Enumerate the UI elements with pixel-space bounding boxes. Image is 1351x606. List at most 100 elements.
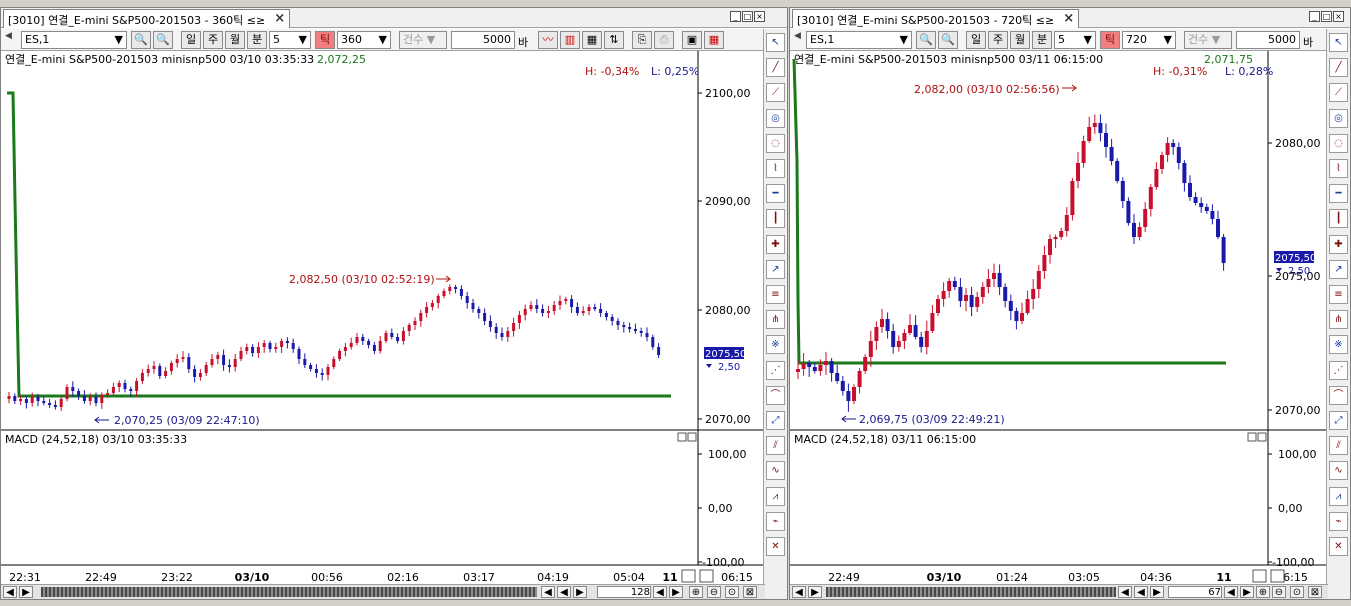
month-button[interactable]: 월: [225, 31, 245, 49]
candle[interactable]: [1126, 201, 1131, 223]
candle[interactable]: [349, 343, 353, 347]
candle[interactable]: [575, 307, 579, 313]
candle[interactable]: [419, 313, 423, 321]
maximize-button[interactable]: □: [1321, 11, 1332, 22]
candle[interactable]: [1216, 219, 1220, 237]
tick-select[interactable]: 720 ▼: [1122, 31, 1176, 49]
vline-icon[interactable]: ┃: [766, 209, 785, 229]
candle[interactable]: [919, 337, 924, 347]
channel-icon[interactable]: ≡: [766, 285, 785, 304]
arrow-icon[interactable]: ↗: [1329, 259, 1348, 279]
grid-icon[interactable]: ▦: [704, 31, 724, 49]
candle[interactable]: [868, 341, 873, 357]
candle[interactable]: [880, 319, 884, 327]
candle[interactable]: [1025, 299, 1030, 313]
candle[interactable]: [152, 366, 156, 369]
speed-icon[interactable]: ⤢: [1329, 411, 1348, 430]
search-icon[interactable]: 🔍: [916, 31, 936, 49]
candle[interactable]: [1064, 215, 1069, 231]
macd-close-icon[interactable]: [687, 432, 697, 442]
day-button[interactable]: 일: [181, 31, 201, 49]
candle[interactable]: [622, 325, 626, 327]
candle[interactable]: [48, 403, 52, 405]
cycle-icon[interactable]: ◌: [766, 133, 785, 153]
candle[interactable]: [1221, 237, 1226, 263]
candle[interactable]: [30, 397, 34, 403]
macd-close-icon[interactable]: [1257, 432, 1267, 442]
candle[interactable]: [181, 357, 185, 359]
candle[interactable]: [1143, 209, 1148, 227]
candle[interactable]: [1132, 223, 1136, 237]
candle[interactable]: [818, 365, 823, 371]
candle[interactable]: [874, 327, 879, 341]
candle[interactable]: [401, 331, 405, 341]
candle[interactable]: [13, 396, 17, 401]
candle[interactable]: [930, 313, 935, 331]
candle[interactable]: [100, 395, 104, 403]
candle[interactable]: [891, 331, 896, 347]
candle[interactable]: [969, 295, 974, 307]
candle[interactable]: [936, 299, 940, 313]
interval-select[interactable]: 5 ▼: [269, 31, 311, 49]
candle[interactable]: [239, 351, 243, 359]
candle[interactable]: [71, 387, 75, 391]
candle[interactable]: [483, 313, 487, 321]
candle[interactable]: [465, 296, 469, 303]
candle[interactable]: [285, 341, 289, 343]
line-chart-icon[interactable]: 〰: [538, 31, 558, 49]
candle[interactable]: [372, 345, 376, 351]
delete-icon[interactable]: ✕: [766, 537, 785, 556]
candle[interactable]: [885, 319, 890, 331]
line-icon[interactable]: ╱: [1329, 58, 1348, 78]
candle[interactable]: [564, 299, 568, 301]
parallel-icon[interactable]: ⫽: [766, 436, 785, 456]
prev-arrow-icon[interactable]: ◀: [794, 31, 801, 41]
scroll-start-icon[interactable]: ◀: [1118, 586, 1132, 598]
candle[interactable]: [1053, 237, 1058, 239]
candle[interactable]: [796, 369, 800, 372]
candle[interactable]: [407, 325, 411, 331]
close-button[interactable]: ×: [754, 11, 765, 22]
candle[interactable]: [146, 369, 150, 373]
count-input[interactable]: 5000: [1236, 31, 1300, 49]
candle[interactable]: [651, 337, 655, 347]
fib-icon[interactable]: ◎: [766, 108, 785, 128]
candle[interactable]: [581, 311, 585, 313]
candle[interactable]: [274, 347, 278, 349]
candle[interactable]: [506, 331, 510, 337]
zoom-icon[interactable]: [1270, 569, 1285, 583]
candle[interactable]: [24, 399, 28, 403]
candle[interactable]: [908, 325, 912, 333]
candle[interactable]: [111, 387, 115, 393]
copy-icon[interactable]: ⎘: [632, 31, 652, 49]
candle[interactable]: [570, 299, 574, 307]
scroll-count[interactable]: 67: [1168, 586, 1222, 598]
zoom-in-icon[interactable]: ⊕: [689, 586, 703, 598]
candle[interactable]: [902, 333, 907, 341]
minute-button[interactable]: 분: [1032, 31, 1052, 49]
candle[interactable]: [980, 287, 985, 297]
candle[interactable]: [129, 389, 133, 391]
wave-icon[interactable]: ∿: [766, 461, 785, 481]
zoom-reset-icon[interactable]: ⊙: [1290, 586, 1304, 598]
week-button[interactable]: 주: [203, 31, 223, 49]
candle[interactable]: [251, 347, 255, 353]
candle[interactable]: [436, 296, 440, 303]
candle[interactable]: [477, 309, 481, 313]
candle[interactable]: [599, 309, 603, 313]
candle[interactable]: [812, 367, 817, 371]
candle[interactable]: [913, 325, 918, 337]
candle[interactable]: [53, 405, 57, 407]
candle[interactable]: [645, 333, 649, 337]
elliott-icon[interactable]: ⌁: [1329, 511, 1348, 531]
price-chart[interactable]: 연결_E-mini S&P500-201503 minisnp500 03/10…: [1, 51, 765, 606]
print-icon[interactable]: ⎙: [654, 31, 674, 49]
zigzag-icon[interactable]: ⩘: [1329, 486, 1348, 506]
candle[interactable]: [1193, 197, 1198, 203]
find-red-icon[interactable]: 🔍: [938, 31, 958, 49]
symbol-select[interactable]: ES,1 ▼: [806, 31, 912, 49]
candle[interactable]: [558, 301, 562, 305]
candle[interactable]: [1165, 143, 1170, 155]
candle[interactable]: [82, 396, 86, 401]
scroll-start-icon[interactable]: ◀: [541, 586, 555, 598]
